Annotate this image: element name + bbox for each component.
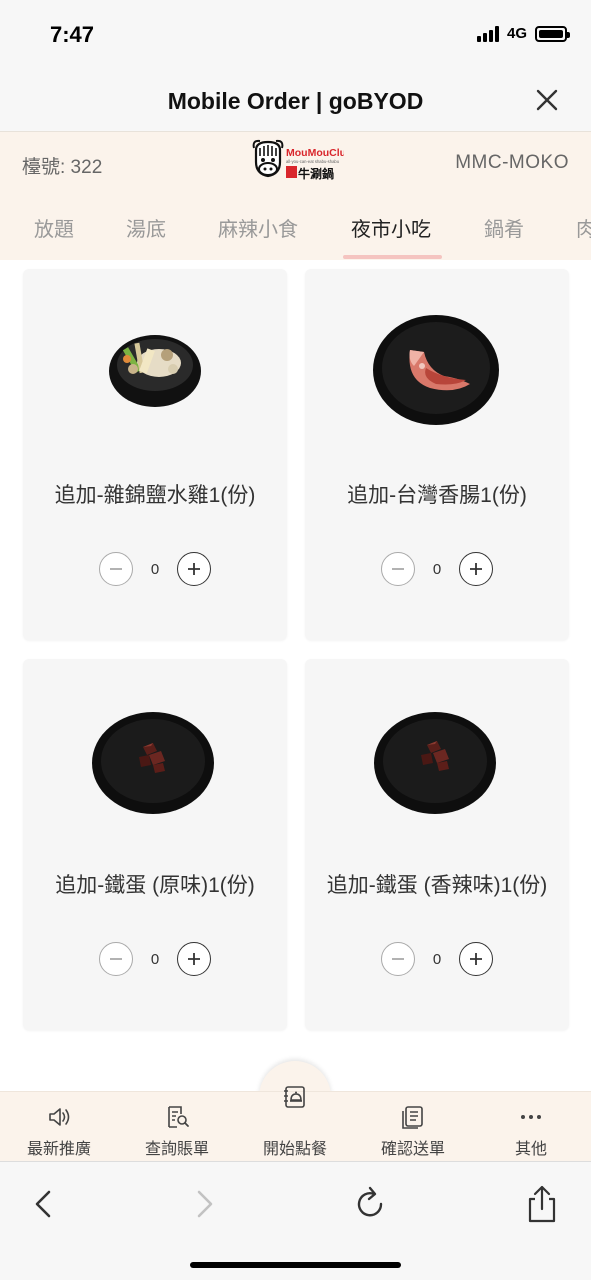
quantity-stepper: 0 <box>23 551 287 587</box>
plus-icon <box>470 563 482 575</box>
page-title: Mobile Order | goBYOD <box>167 88 424 114</box>
quantity-value: 0 <box>150 950 160 968</box>
confirm-order-icon <box>402 1106 423 1129</box>
minus-icon <box>392 568 404 570</box>
increase-button[interactable] <box>177 552 211 586</box>
logo-brand-text: MouMouClub <box>286 147 344 159</box>
nav-label: 最新推廣 <box>26 1141 91 1158</box>
minus-icon <box>110 958 122 960</box>
logo-tagline-text: all-you-can-eat shabu-shabu <box>286 159 340 164</box>
moumouclub-logo: MouMouClub all-you-can-eat shabu-shabu 牛… <box>252 139 344 181</box>
increase-button[interactable] <box>459 942 493 976</box>
menu-grid: 追加-雜錦鹽水雞1(份) 0 追加-台灣香腸1(份) 0 追加-鐵蛋 (原味)1… <box>0 260 591 1090</box>
decrease-button[interactable] <box>381 942 415 976</box>
reload-icon[interactable] <box>348 1182 392 1226</box>
nav-label: 其他 <box>514 1141 547 1158</box>
item-name: 追加-鐵蛋 (原味)1(份) <box>55 874 255 897</box>
active-tab-indicator <box>343 255 442 259</box>
speaker-icon <box>49 1108 70 1126</box>
plus-icon <box>470 953 482 965</box>
plus-icon <box>188 953 200 965</box>
increase-button[interactable] <box>177 942 211 976</box>
decrease-button[interactable] <box>381 552 415 586</box>
tab-soup-base[interactable]: 湯底 <box>126 213 166 242</box>
quantity-value: 0 <box>432 950 442 968</box>
tab-meat[interactable]: 肉 <box>576 213 591 242</box>
nav-promotions[interactable]: 最新推廣 <box>0 1092 118 1162</box>
item-name: 追加-鐵蛋 (香辣味)1(份) <box>326 874 548 897</box>
tab-mala-snacks[interactable]: 麻辣小食 <box>218 213 298 242</box>
search-bill-icon <box>168 1106 189 1128</box>
logo-name-text: 牛涮鍋 <box>298 166 334 181</box>
back-icon[interactable] <box>22 1182 66 1226</box>
status-time: 7:47 <box>50 22 95 47</box>
home-indicator <box>190 1262 401 1268</box>
iron-egg-image <box>92 712 214 814</box>
minus-icon <box>392 958 404 960</box>
nav-start-order[interactable]: 開始點餐 <box>236 1086 354 1162</box>
close-icon[interactable] <box>533 86 561 114</box>
menu-item-card: 追加-台灣香腸1(份) 0 <box>305 269 569 640</box>
plus-icon <box>188 563 200 575</box>
quantity-stepper: 0 <box>305 551 569 587</box>
nav-label: 確認送單 <box>380 1141 445 1158</box>
status-indicators: 4G <box>476 25 570 42</box>
nav-more[interactable]: 其他 <box>472 1092 590 1162</box>
quantity-value: 0 <box>432 560 442 578</box>
menu-item-card: 追加-雜錦鹽水雞1(份) 0 <box>23 269 287 640</box>
quantity-stepper: 0 <box>23 941 287 977</box>
network-type: 4G <box>506 25 527 42</box>
menu-item-card: 追加-鐵蛋 (香辣味)1(份) 0 <box>305 659 569 1030</box>
bottom-nav: 最新推廣 查詢賬單 開始點餐 確認送單 其他 <box>0 1086 591 1162</box>
item-name: 追加-雜錦鹽水雞1(份) <box>54 484 256 507</box>
nav-label: 查詢賬單 <box>144 1141 209 1158</box>
share-icon[interactable] <box>520 1182 564 1226</box>
tab-hotpot-dishes[interactable]: 鍋肴 <box>484 213 524 242</box>
status-bar: 7:47 4G <box>0 0 591 66</box>
battery-icon <box>535 25 570 42</box>
store-code: MMC-MOKO <box>455 152 569 173</box>
nav-confirm-order[interactable]: 確認送單 <box>354 1092 472 1162</box>
spicy-iron-egg-image <box>374 712 496 814</box>
nav-check-bill[interactable]: 查詢賬單 <box>118 1092 236 1162</box>
item-name: 追加-台灣香腸1(份) <box>347 484 527 507</box>
decrease-button[interactable] <box>99 942 133 976</box>
order-bell-icon <box>284 1086 305 1108</box>
forward-icon[interactable] <box>182 1182 226 1226</box>
nav-label: 開始點餐 <box>262 1141 327 1158</box>
decrease-button[interactable] <box>99 552 133 586</box>
signal-icon <box>476 25 499 42</box>
tab-night-market[interactable]: 夜市小吃 <box>351 213 431 242</box>
tab-fangti[interactable]: 放題 <box>34 213 74 242</box>
quantity-value: 0 <box>150 560 160 578</box>
minus-icon <box>110 568 122 570</box>
table-number: 檯號: 322 <box>22 157 103 178</box>
salt-water-chicken-image <box>109 335 201 407</box>
more-icon <box>521 1115 541 1119</box>
increase-button[interactable] <box>459 552 493 586</box>
menu-item-card: 追加-鐵蛋 (原味)1(份) 0 <box>23 659 287 1030</box>
quantity-stepper: 0 <box>305 941 569 977</box>
title-bar: Mobile Order | goBYOD <box>0 66 591 132</box>
category-tabs: 放題 湯底 麻辣小食 夜市小吃 鍋肴 肉 <box>0 194 591 260</box>
taiwan-sausage-image <box>373 315 499 425</box>
